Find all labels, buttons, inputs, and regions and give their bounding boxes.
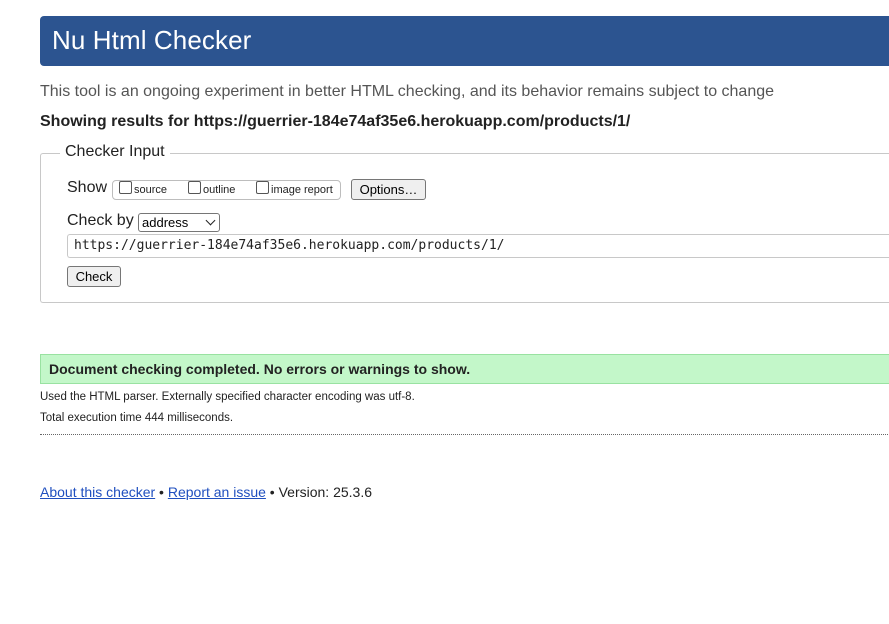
version-text: • Version: 25.3.6 — [265, 484, 373, 500]
intro-text: This tool is an ongoing experiment in be… — [40, 83, 775, 100]
page-title: Nu Html Checker — [52, 25, 252, 55]
outline-checkbox-label: outline — [203, 184, 236, 196]
checker-input-legend: Checker Input — [60, 143, 170, 161]
parser-note: Used the HTML parser. Externally specifi… — [40, 391, 415, 403]
check-by-select[interactable]: address — [138, 213, 220, 232]
report-issue-link[interactable]: Report an issue — [168, 484, 266, 500]
outline-checkbox[interactable] — [188, 181, 201, 194]
source-checkbox-label: source — [134, 184, 168, 196]
results-divider — [40, 434, 889, 435]
source-checkbox[interactable] — [119, 181, 132, 194]
about-checker-link[interactable]: About this checker — [40, 484, 155, 500]
url-input[interactable]: https://guerrier-184e74af35e6.herokuapp.… — [67, 234, 889, 258]
check-by-select-value: address — [142, 215, 189, 230]
image-report-checkbox[interactable] — [256, 181, 269, 194]
footer: About this checker • Report an issue • V… — [40, 484, 372, 500]
show-label: Show — [67, 179, 108, 196]
execution-time: Total execution time 444 milliseconds. — [40, 412, 234, 424]
showing-results-text: Showing results for https://guerrier-184… — [40, 113, 631, 130]
show-options-group: source outline image report — [112, 180, 341, 200]
check-by-label: Check by — [67, 212, 134, 229]
footer-separator: • — [155, 484, 168, 500]
image-report-checkbox-label: image report — [271, 184, 333, 196]
chevron-down-icon — [205, 215, 216, 226]
check-button[interactable]: Check — [67, 266, 121, 287]
options-button[interactable]: Options… — [351, 179, 426, 200]
page-header: Nu Html Checker — [40, 16, 889, 66]
success-message: Document checking completed. No errors o… — [40, 354, 889, 384]
